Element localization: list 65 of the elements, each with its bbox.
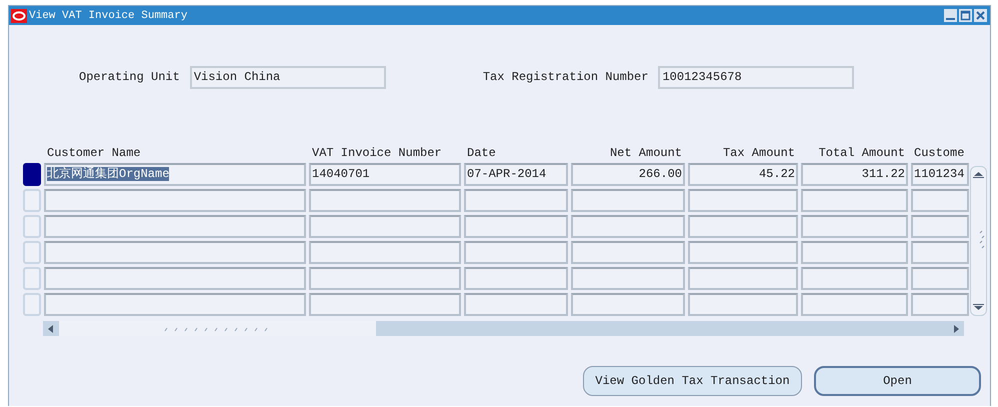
column-header: Tax Amount xyxy=(722,146,796,160)
table-cell[interactable] xyxy=(44,241,306,264)
table-cell[interactable] xyxy=(571,189,685,212)
window-title: View VAT Invoice Summary xyxy=(29,10,188,22)
table-cell[interactable]: 北京网通集团OrgName xyxy=(44,163,306,186)
table-cell[interactable] xyxy=(44,189,306,212)
action-button[interactable]: View Golden Tax Transaction xyxy=(583,366,802,396)
table-cell[interactable]: 266.00 xyxy=(571,163,685,186)
table-cell[interactable] xyxy=(571,241,685,264)
text-field[interactable]: Vision China xyxy=(190,66,386,88)
table-cell[interactable] xyxy=(464,267,568,290)
table-cell[interactable] xyxy=(44,215,306,238)
text-field[interactable]: 10012345678 xyxy=(658,66,854,88)
table-cell[interactable] xyxy=(309,293,461,316)
table-cell[interactable] xyxy=(44,267,306,290)
table-cell[interactable] xyxy=(688,189,798,212)
table-cell[interactable] xyxy=(464,241,568,264)
table-cell[interactable] xyxy=(801,267,908,290)
minimize-icon[interactable] xyxy=(944,9,957,22)
table-cell[interactable] xyxy=(464,189,568,212)
table-cell[interactable] xyxy=(464,293,568,316)
table-cell[interactable] xyxy=(911,215,969,238)
table-cell[interactable]: 45.22 xyxy=(688,163,798,186)
action-button[interactable]: Open xyxy=(814,366,981,396)
table-cell[interactable]: 1101234 xyxy=(911,163,969,186)
table-cell[interactable] xyxy=(309,267,461,290)
table-cell[interactable] xyxy=(688,215,798,238)
table-cell[interactable] xyxy=(571,267,685,290)
table-cell[interactable]: 07-APR-2014 xyxy=(464,163,568,186)
table-cell[interactable] xyxy=(688,241,798,264)
column-header: Total Amount xyxy=(818,146,906,160)
app-logo-icon xyxy=(11,8,27,22)
table-cell[interactable]: 14040701 xyxy=(309,163,461,186)
table-cell[interactable] xyxy=(309,215,461,238)
field-label: Tax Registration Number xyxy=(482,70,648,84)
table-cell[interactable] xyxy=(571,293,685,316)
table-cell[interactable] xyxy=(464,215,568,238)
column-header: Date xyxy=(466,146,497,160)
table-cell[interactable] xyxy=(801,241,908,264)
close-icon[interactable] xyxy=(974,9,987,22)
table-cell[interactable] xyxy=(688,293,798,316)
scroll-up-icon[interactable] xyxy=(971,170,986,178)
table-cell[interactable] xyxy=(911,189,969,212)
table-cell[interactable] xyxy=(44,293,306,316)
maximize-icon[interactable] xyxy=(959,9,972,22)
column-header: Customer Name xyxy=(46,146,142,160)
table-cell[interactable] xyxy=(571,215,685,238)
column-header: Custome xyxy=(913,146,966,160)
table-cell[interactable] xyxy=(801,215,908,238)
table-cell[interactable]: 311.22 xyxy=(801,163,908,186)
table-cell[interactable] xyxy=(309,241,461,264)
record-indicator[interactable] xyxy=(23,163,41,186)
table-cell[interactable] xyxy=(911,267,969,290)
field-label: Operating Unit xyxy=(79,70,180,84)
scroll-down-icon[interactable] xyxy=(971,304,986,312)
horizontal-scrollbar[interactable] xyxy=(43,321,964,336)
table-cell[interactable] xyxy=(309,189,461,212)
vertical-scrollbar[interactable] xyxy=(970,166,987,316)
column-header: Net Amount xyxy=(608,146,683,160)
table-cell[interactable] xyxy=(688,267,798,290)
table-cell[interactable] xyxy=(911,241,969,264)
table-cell[interactable] xyxy=(801,189,908,212)
table-cell[interactable] xyxy=(801,293,908,316)
column-header: VAT Invoice Number xyxy=(311,146,443,160)
table-cell[interactable] xyxy=(911,293,969,316)
